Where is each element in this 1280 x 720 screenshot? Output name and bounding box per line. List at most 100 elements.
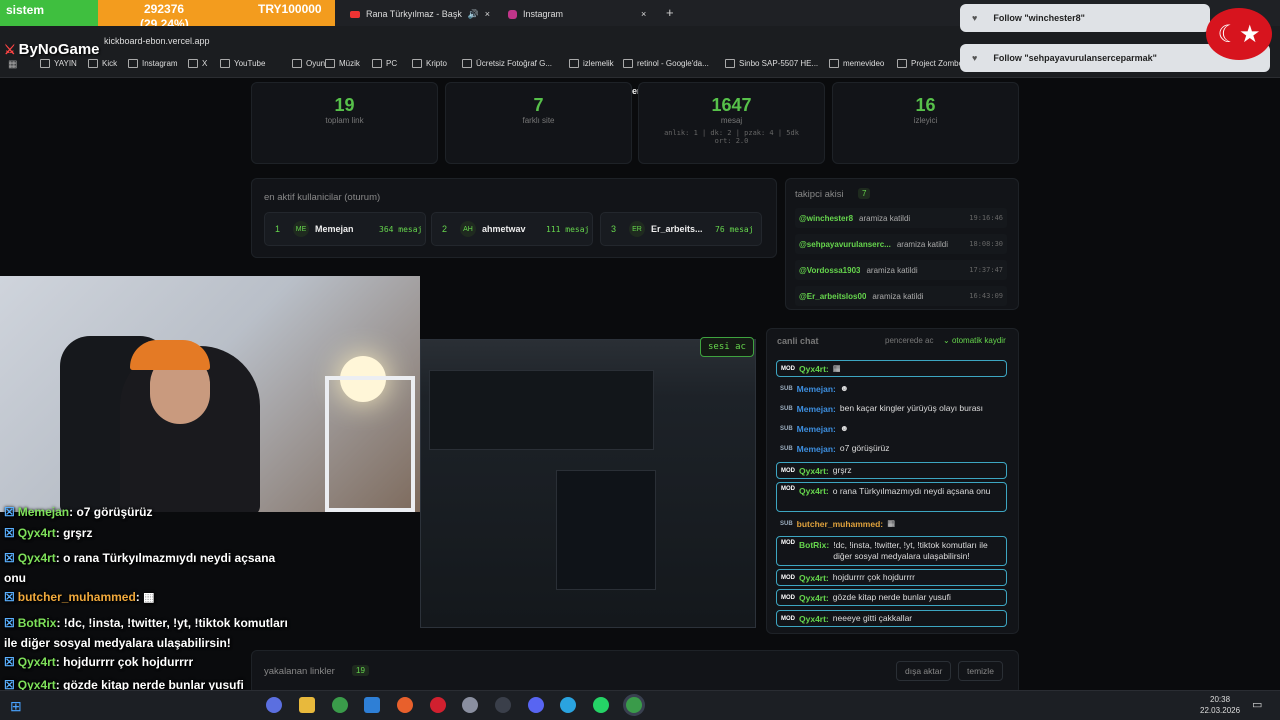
chat-username[interactable]: Qyx4rt:: [799, 614, 829, 624]
kick-icon: ☒: [4, 616, 15, 630]
overlay-chat-line: ☒ Qyx4rt: grşrz: [4, 526, 92, 540]
chat-text: neeeye gitti çakkallar: [832, 613, 913, 623]
bookmark-label: PC: [386, 59, 398, 68]
subathon-value: 292376: [144, 2, 185, 16]
chat-message: MOD Qyx4rt: neeeye gitti çakkallar: [776, 610, 1007, 627]
taskbar-clock[interactable]: 20:38 22.03.2026: [1200, 694, 1240, 716]
url-field[interactable]: kickboard-ebon.vercel.app: [104, 36, 210, 46]
bookmark-item[interactable]: memevideo: [829, 59, 884, 68]
bookmark-item[interactable]: PC: [372, 59, 397, 68]
apps-grid-icon[interactable]: ▦: [8, 59, 17, 70]
bookmark-item[interactable]: Müzik: [325, 59, 360, 68]
chat-text: o rana Türkyılmazmıydı neydi açsana onu: [832, 486, 991, 496]
follower-action: aramiza katildi: [872, 291, 924, 301]
chat-username[interactable]: Memejan:: [797, 404, 836, 414]
app-icon-explorer[interactable]: [299, 697, 315, 713]
bookmark-icon: [569, 59, 579, 68]
overlay-chat-line: ☒ Qyx4rt: o rana Türkyılmazmıydı neydi aç…: [4, 548, 294, 588]
bookmark-item[interactable]: izlemelik: [569, 59, 614, 68]
tab-rana[interactable]: Rana Türkyılmaz - Başka H... 🔊 ×: [342, 4, 498, 24]
sound-button[interactable]: sesi ac: [700, 337, 754, 357]
chat-username[interactable]: BotRix:: [799, 540, 829, 550]
follower-time: 16:43:09: [969, 292, 1003, 300]
app-icon-chrome[interactable]: [332, 697, 348, 713]
bookmark-item[interactable]: YouTube: [220, 59, 265, 68]
windows-start-icon[interactable]: ⊞: [10, 698, 22, 715]
app-icon-mail[interactable]: [364, 697, 380, 713]
app-icon-telegram[interactable]: [560, 697, 576, 713]
active-user-chip[interactable]: 3 ER Er_arbeits... 76 mesaj: [600, 212, 762, 246]
bookmark-icon: [412, 59, 422, 68]
role-badge: SUB: [780, 405, 793, 412]
bookmark-label: Kick: [102, 59, 118, 68]
export-button[interactable]: dışa aktar: [896, 661, 952, 681]
bookmark-item[interactable]: X: [188, 59, 207, 68]
chat-message: SUB butcher_muhammed: ▦: [776, 515, 1007, 532]
notification-center-icon[interactable]: ▭: [1252, 698, 1262, 711]
chat-username[interactable]: Qyx4rt:: [799, 573, 829, 583]
bookmark-icon: [623, 59, 633, 68]
overlay-logo: ⚔ ByNoGame: [4, 41, 100, 58]
active-user-chip[interactable]: 1 ME Memejan 364 mesaj: [264, 212, 426, 246]
popout-button[interactable]: pencerede ac: [885, 336, 933, 345]
chat-username[interactable]: Qyx4rt:: [799, 593, 829, 603]
bookmark-label: X: [202, 59, 208, 68]
stream-embed[interactable]: [420, 339, 756, 628]
chat-text: ☻: [839, 383, 849, 393]
active-user-chip[interactable]: 2 AH ahmetwav 111 mesaj: [431, 212, 593, 246]
bookmark-item[interactable]: Sinbo SAP-5507 HE...: [725, 59, 818, 68]
bookmark-icon: [292, 59, 302, 68]
clear-button[interactable]: temizle: [958, 661, 1003, 681]
tab-instagram[interactable]: Instagram ×: [500, 4, 660, 24]
close-tab-icon[interactable]: ×: [641, 9, 646, 19]
app-icon-copilot[interactable]: [266, 697, 282, 713]
overlay-chat-line: ☒ Qyx4rt: hojdurrrr çok hojdurrrr: [4, 655, 193, 669]
chat-username[interactable]: Qyx4rt:: [799, 466, 829, 476]
chat-username[interactable]: butcher_muhammed:: [797, 519, 883, 529]
app-icon-discord[interactable]: [528, 697, 544, 713]
role-badge: MOD: [781, 574, 795, 581]
bookmark-item[interactable]: Oyun: [292, 59, 325, 68]
bookmark-item[interactable]: YAYIN: [40, 59, 77, 68]
chat-text: ▦: [832, 363, 841, 373]
bookmark-item[interactable]: Instagram: [128, 59, 178, 68]
chat-username[interactable]: Qyx4rt:: [799, 486, 829, 496]
chat-username[interactable]: Memejan:: [797, 384, 836, 394]
chat-text: hojdurrrr çok hojdurrrr: [832, 572, 915, 582]
app-icon-whatsapp[interactable]: [593, 697, 609, 713]
chat-message: MOD Qyx4rt: grşrz: [776, 462, 1007, 479]
bookmark-item[interactable]: Kripto: [412, 59, 447, 68]
app-icon-opera[interactable]: [430, 697, 446, 713]
stat-label: farklı site: [522, 116, 555, 125]
chat-message: MOD Qyx4rt: o rana Türkyılmazmıydı neydi a…: [776, 482, 1007, 512]
follower-row: @Er_arbeitslos00 aramiza katildi 16:43:09: [795, 286, 1007, 306]
follower-time: 17:37:47: [969, 266, 1003, 274]
app-icon-obs[interactable]: [495, 697, 511, 713]
tab-rana-label: Rana Türkyılmaz - Başka H...: [365, 9, 462, 19]
autoscroll-toggle[interactable]: ⌄ otomatik kaydir: [943, 336, 1006, 345]
caught-links-title: yakalanan linkler: [264, 666, 335, 677]
stat-card-links: 19 toplam link: [251, 82, 438, 164]
chat-username[interactable]: Memejan:: [797, 444, 836, 454]
bookmark-item[interactable]: Kick: [88, 59, 117, 68]
new-tab-icon[interactable]: +: [666, 5, 674, 20]
app-icon-firefox[interactable]: [397, 697, 413, 713]
chat-username[interactable]: Qyx4rt:: [799, 364, 829, 374]
role-badge: MOD: [781, 594, 795, 601]
stat-card-viewers: 16 izleyici: [832, 82, 1019, 164]
chat-message: SUB Memejan: ben kaçar kingler yürüyüş ola…: [776, 400, 1007, 417]
bookmark-label: retinol - Google'da...: [637, 59, 709, 68]
clock-date: 22.03.2026: [1200, 706, 1241, 715]
app-icon-chrome-active[interactable]: [626, 697, 642, 713]
app-icon-app[interactable]: [462, 697, 478, 713]
live-chat-title: canli chat: [777, 336, 819, 346]
chat-message: SUB Memejan: o7 görüşürüz: [776, 440, 1007, 457]
role-badge: SUB: [780, 385, 793, 392]
follower-time: 18:08:30: [969, 240, 1003, 248]
bookmark-item[interactable]: retinol - Google'da...: [623, 59, 709, 68]
notification-follow-1[interactable]: ♥ Follow "winchester8": [960, 4, 1210, 32]
chat-username[interactable]: Memejan:: [797, 424, 836, 434]
user-message-count: 111 mesaj: [546, 224, 590, 234]
bookmark-item[interactable]: Ücretsiz Fotoğraf G...: [462, 59, 552, 68]
close-tab-icon[interactable]: ×: [485, 9, 490, 19]
